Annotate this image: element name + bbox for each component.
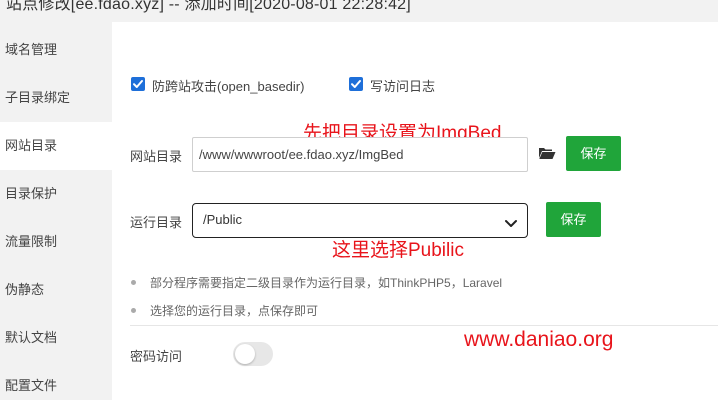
site-dir-save-button[interactable]: 保存 xyxy=(566,136,621,171)
open-basedir-label: 防跨站攻击(open_basedir) xyxy=(152,79,305,94)
open-basedir-checkbox[interactable] xyxy=(131,77,145,91)
password-access-label: 密码访问 xyxy=(130,349,183,364)
window-title-bar: 站点修改[ee.fdao.xyz] -- 添加时间[2020-08-01 22:… xyxy=(0,0,718,22)
password-access-toggle[interactable] xyxy=(233,342,273,366)
site-dir-label: 网站目录 xyxy=(130,149,183,164)
tip-bullet xyxy=(131,308,136,313)
annotation-select-public: 这里选择Pubilic xyxy=(332,240,464,261)
run-dir-selected-value: /Public xyxy=(203,212,243,227)
sidebar-item-site-directory[interactable]: 网站目录 xyxy=(0,122,112,170)
run-dir-select[interactable]: /Public xyxy=(192,203,528,238)
annotation-site-url: www.daniao.org xyxy=(464,328,614,351)
sidebar-item-config-file[interactable]: 配置文件 xyxy=(0,362,112,400)
access-log-checkbox[interactable] xyxy=(349,77,363,91)
sidebar: 域名管理 子目录绑定 网站目录 目录保护 流量限制 伪静态 默认文档 配置文件 xyxy=(0,22,112,400)
chevron-down-icon xyxy=(503,211,519,243)
tip-bullet xyxy=(131,280,136,285)
run-dir-save-button[interactable]: 保存 xyxy=(546,202,601,237)
run-dir-label: 运行目录 xyxy=(130,215,183,230)
access-log-label: 写访问日志 xyxy=(370,79,436,94)
window-title: 站点修改[ee.fdao.xyz] -- 添加时间[2020-08-01 22:… xyxy=(6,0,411,13)
sidebar-item-traffic-limit[interactable]: 流量限制 xyxy=(0,218,112,266)
tip-line-1: 部分程序需要指定二级目录作为运行目录，如ThinkPHP5，Laravel xyxy=(150,276,503,290)
toggle-knob xyxy=(235,344,255,364)
divider xyxy=(130,325,718,326)
folder-open-icon[interactable] xyxy=(538,146,556,165)
sidebar-item-dir-protection[interactable]: 目录保护 xyxy=(0,170,112,218)
tip-line-2: 选择您的运行目录，点保存即可 xyxy=(150,304,319,318)
sidebar-item-domain[interactable]: 域名管理 xyxy=(0,26,112,74)
sidebar-item-rewrite[interactable]: 伪静态 xyxy=(0,266,112,314)
sidebar-item-default-doc[interactable]: 默认文档 xyxy=(0,314,112,362)
sidebar-item-subdir-binding[interactable]: 子目录绑定 xyxy=(0,74,112,122)
site-dir-input[interactable]: /www/wwwroot/ee.fdao.xyz/ImgBed xyxy=(192,137,528,172)
